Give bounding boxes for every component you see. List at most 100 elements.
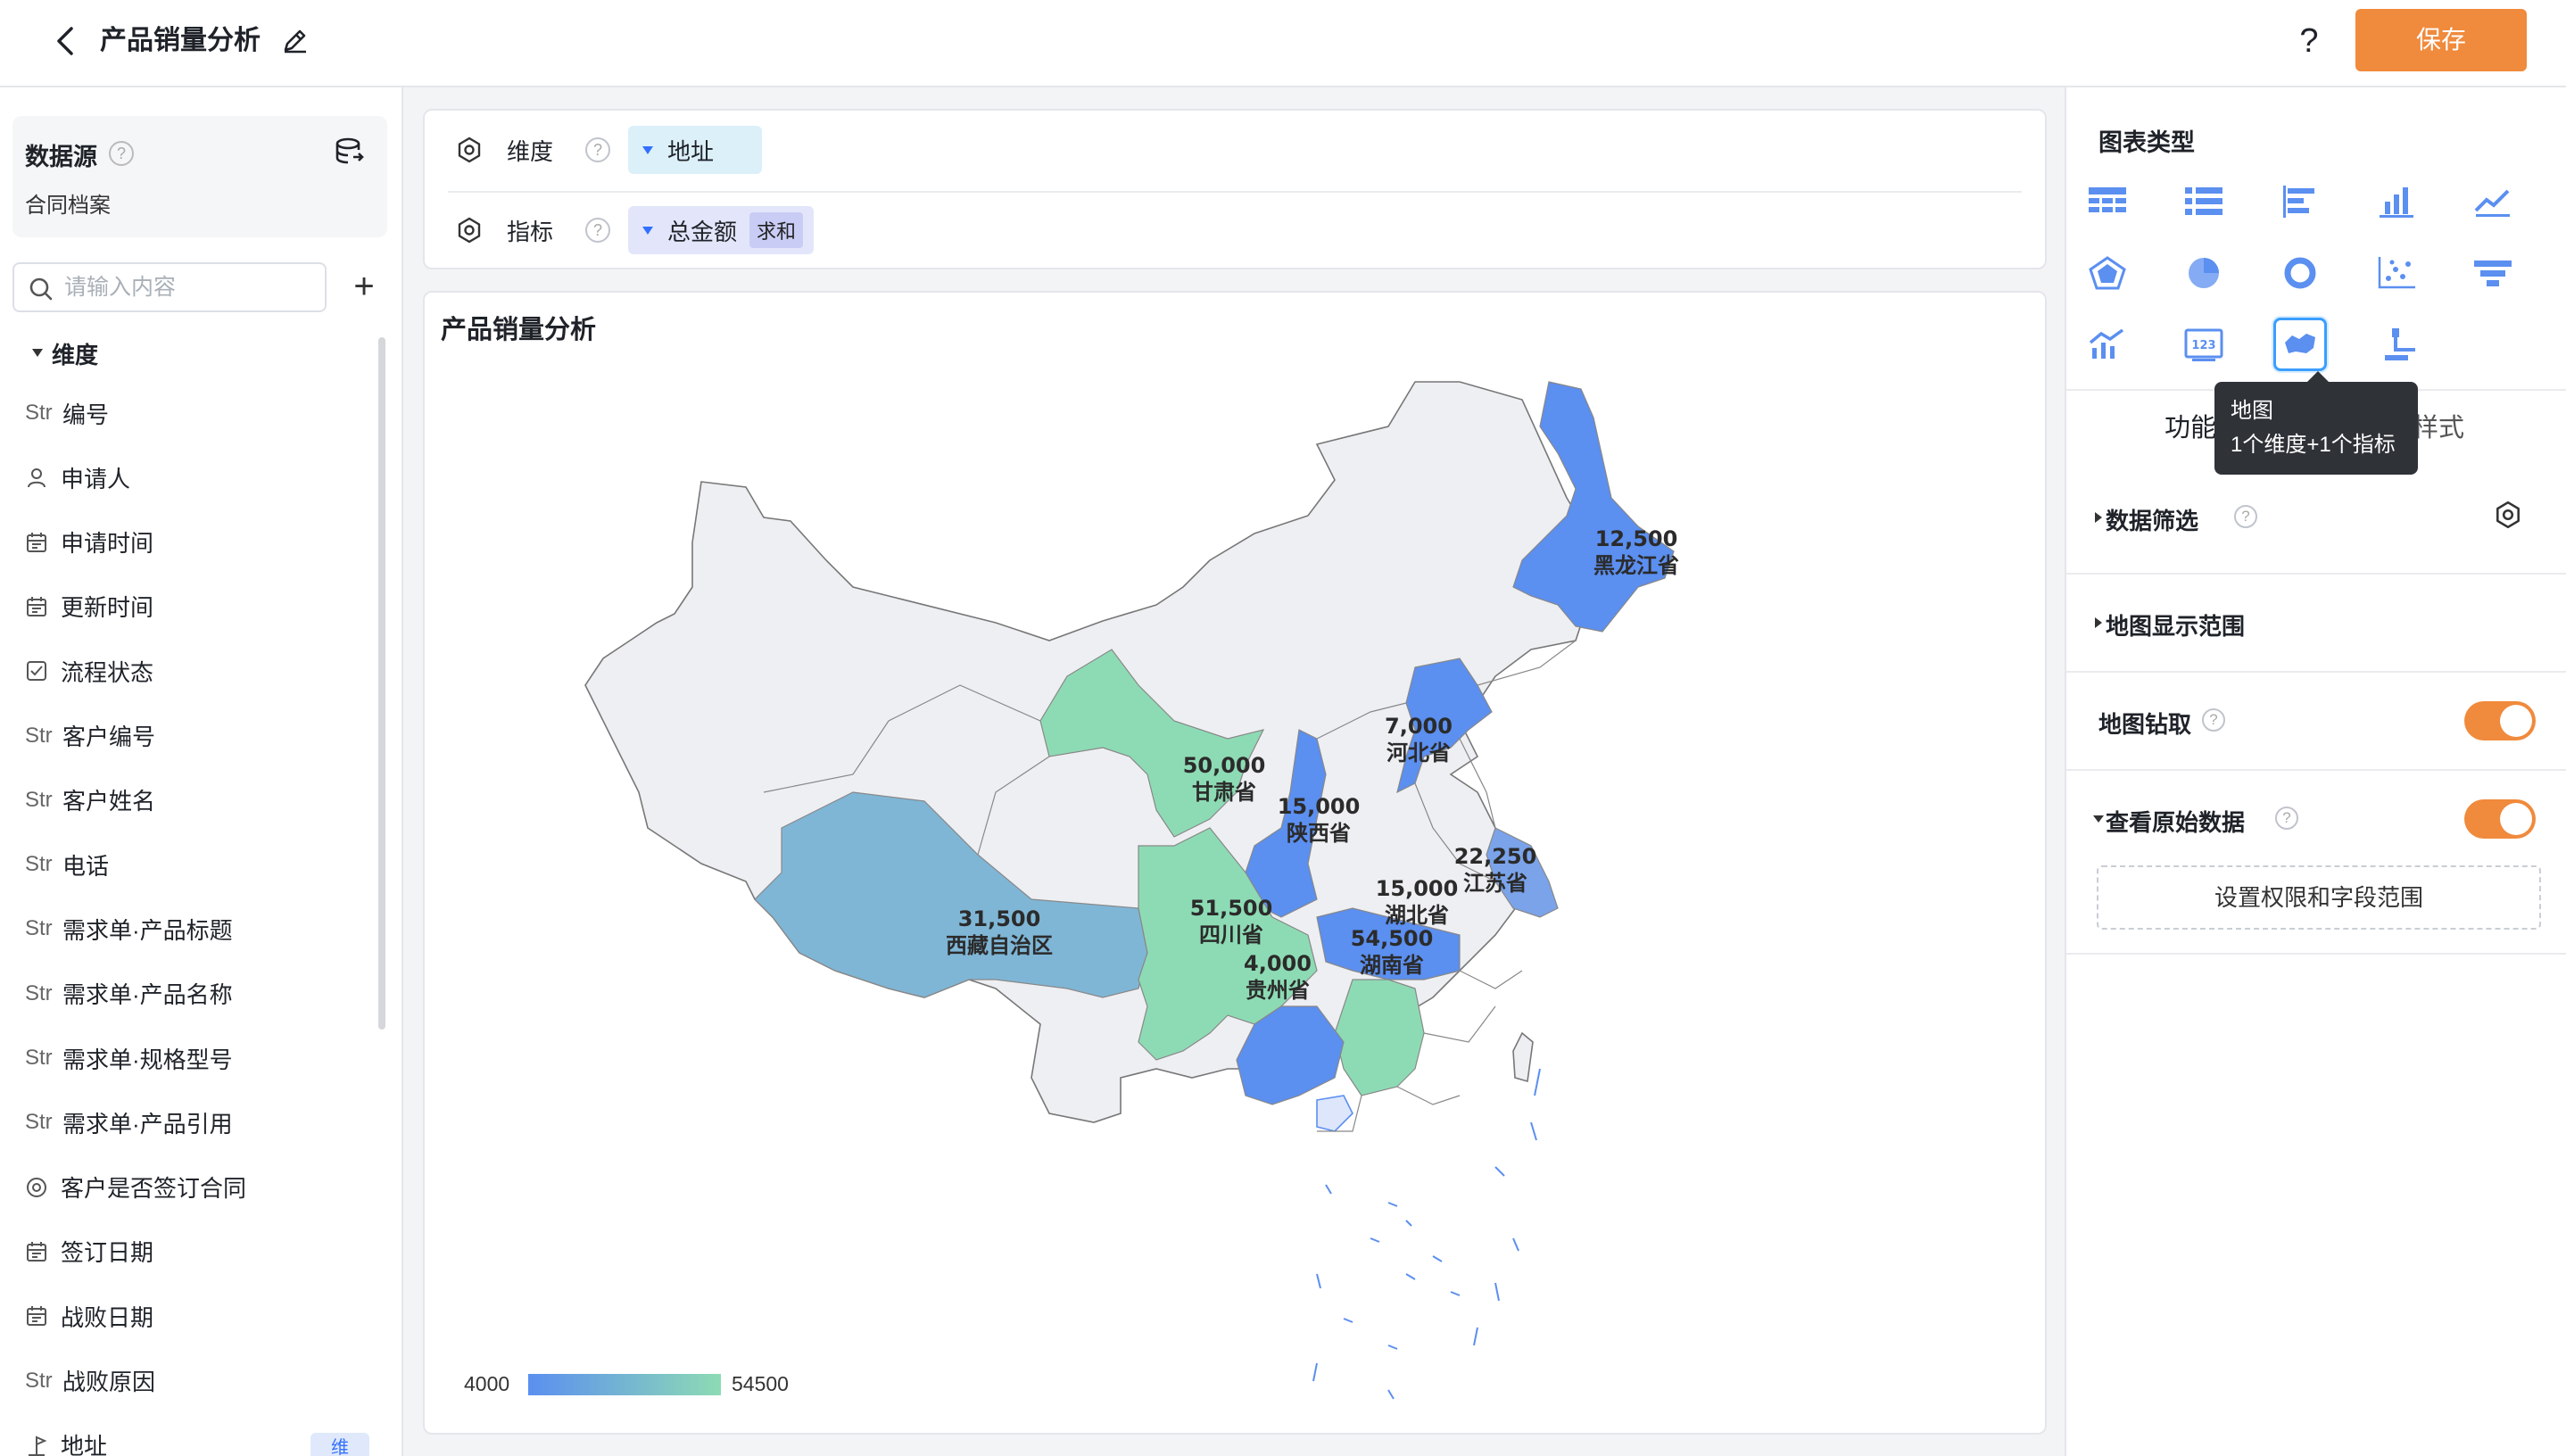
save-button[interactable]: 保存: [2355, 9, 2527, 71]
calendar-icon: [25, 595, 61, 618]
field-item[interactable]: 流程状态: [25, 649, 153, 693]
field-label: 需求单·产品名称: [62, 981, 233, 1009]
aggregation-badge[interactable]: 求和: [749, 212, 804, 248]
map-region-label: 河北省: [1386, 740, 1451, 765]
field-item[interactable]: Str 需求单·产品引用: [25, 1100, 233, 1145]
permission-range-button[interactable]: 设置权限和字段范围: [2097, 865, 2541, 930]
funnel-icon[interactable]: [2466, 246, 2520, 300]
province-hunan[interactable]: [1334, 979, 1425, 1096]
field-label: 需求单·产品引用: [62, 1110, 233, 1138]
field-label: 更新时间: [61, 594, 154, 622]
metric-value: 总金额: [667, 218, 738, 245]
sidebar-scrollbar[interactable]: [378, 337, 385, 1030]
string-icon: Str: [25, 401, 53, 425]
field-item[interactable]: 战败日期: [25, 1294, 153, 1338]
collapse-caret-icon[interactable]: [2093, 815, 2104, 823]
tree-icon[interactable]: [2370, 318, 2423, 371]
expand-caret-icon[interactable]: [2095, 512, 2102, 523]
tab-function[interactable]: 功能: [2165, 407, 2216, 444]
checkbox-icon: [25, 659, 61, 682]
field-item[interactable]: 签订日期: [25, 1229, 153, 1274]
field-label: 客户是否签订合同: [61, 1175, 247, 1203]
view-raw-toggle[interactable]: [2464, 799, 2536, 839]
datasource-card[interactable]: 数据源 ? 合同档案: [12, 116, 387, 237]
dimension-tag: 维: [310, 1433, 369, 1456]
dimension-pill[interactable]: 地址: [628, 126, 762, 174]
map-value-label: 50,000: [1183, 753, 1266, 778]
map-value-label: 51,500: [1190, 896, 1273, 921]
help-circle-icon[interactable]: ?: [585, 218, 610, 243]
field-search: [12, 262, 327, 312]
settings-icon[interactable]: [455, 136, 484, 164]
radar-icon[interactable]: [2081, 246, 2134, 300]
table-icon[interactable]: [2081, 175, 2134, 228]
field-item[interactable]: Str 战败原因: [25, 1359, 155, 1403]
datasource-label: 数据源: [25, 144, 97, 170]
toggle-knob: [2500, 705, 2532, 737]
number-card-icon[interactable]: 123: [2177, 318, 2231, 371]
calendar-icon: [25, 531, 61, 554]
legend-min-value: 4000: [464, 1372, 510, 1395]
add-field-button[interactable]: +: [346, 264, 382, 309]
page-title: 产品销量分析: [100, 26, 261, 55]
map-value-label: 54,500: [1351, 926, 1434, 951]
toggle-knob: [2500, 803, 2532, 835]
search-input[interactable]: [64, 271, 314, 303]
settings-icon[interactable]: [2493, 500, 2523, 530]
string-icon: Str: [25, 723, 53, 748]
map-region-label: 贵州省: [1246, 978, 1310, 1003]
dimension-group-title[interactable]: 维度: [52, 337, 98, 370]
field-item[interactable]: Str 电话: [25, 842, 109, 887]
help-circle-icon[interactable]: ?: [109, 141, 134, 166]
map-region-label: 四川省: [1199, 922, 1263, 947]
field-item[interactable]: Str 需求单·产品名称: [25, 972, 233, 1016]
field-item[interactable]: 客户是否签订合同: [25, 1165, 246, 1210]
settings-icon[interactable]: [455, 216, 484, 244]
expand-caret-icon[interactable]: [2095, 617, 2102, 628]
field-item[interactable]: 申请人: [25, 455, 130, 500]
help-icon[interactable]: ?: [2291, 20, 2327, 62]
database-switch-icon[interactable]: [334, 136, 366, 168]
map-region-label: 湖南省: [1360, 953, 1424, 978]
field-item[interactable]: Str 客户编号: [25, 714, 155, 758]
edit-pencil-icon[interactable]: [280, 25, 310, 55]
string-icon: Str: [25, 916, 53, 941]
map-drill-toggle[interactable]: [2464, 701, 2536, 740]
help-circle-icon[interactable]: ?: [2202, 708, 2225, 732]
calendar-icon: [25, 1304, 61, 1328]
scatter-icon[interactable]: [2370, 246, 2423, 300]
field-item[interactable]: Str 需求单·产品标题: [25, 906, 233, 951]
chart-type-title: 图表类型: [2098, 129, 2195, 156]
back-arrow-icon[interactable]: [50, 23, 82, 59]
map-icon[interactable]: [2273, 318, 2327, 371]
help-circle-icon[interactable]: ?: [2234, 505, 2257, 528]
string-icon: Str: [25, 1110, 53, 1135]
metric-pill[interactable]: 总金额 求和: [628, 206, 815, 254]
field-item[interactable]: 更新时间: [25, 584, 153, 629]
field-item[interactable]: Str 需求单·规格型号: [25, 1036, 233, 1080]
field-item[interactable]: 申请时间: [25, 520, 153, 565]
china-map[interactable]: 12,500黑龙江省7,000河北省50,000甘肃省15,000陕西省22,2…: [425, 293, 2049, 1436]
field-item[interactable]: 地址: [25, 1423, 107, 1456]
field-item[interactable]: Str 客户姓名: [25, 778, 155, 823]
property-panel: 图表类型 123 功能 样式 数据筛选 ? 地图显示范围 地图钻取 ? 查看原始…: [2065, 87, 2566, 1456]
tab-style[interactable]: 样式: [2413, 407, 2464, 444]
map-value-label: 12,500: [1595, 526, 1678, 551]
pie-icon[interactable]: [2177, 246, 2231, 300]
section-view-raw[interactable]: 查看原始数据: [2106, 805, 2245, 838]
divider: [2066, 953, 2566, 955]
legend-color-bar[interactable]: [528, 1374, 721, 1395]
collapse-caret-icon[interactable]: [32, 349, 43, 357]
bar-horizontal-icon[interactable]: [2273, 175, 2327, 228]
section-map-range[interactable]: 地图显示范围: [2106, 608, 2245, 641]
help-circle-icon[interactable]: ?: [585, 137, 610, 162]
list-icon[interactable]: [2177, 175, 2231, 228]
line-chart-icon[interactable]: [2466, 175, 2520, 228]
donut-icon[interactable]: [2273, 246, 2327, 300]
help-circle-icon[interactable]: ?: [2275, 807, 2298, 830]
combo-chart-icon[interactable]: [2081, 318, 2134, 371]
section-data-filter[interactable]: 数据筛选: [2106, 503, 2198, 536]
bar-chart-icon[interactable]: [2370, 175, 2423, 228]
field-item[interactable]: Str 编号: [25, 391, 109, 435]
field-label: 客户姓名: [62, 788, 156, 815]
